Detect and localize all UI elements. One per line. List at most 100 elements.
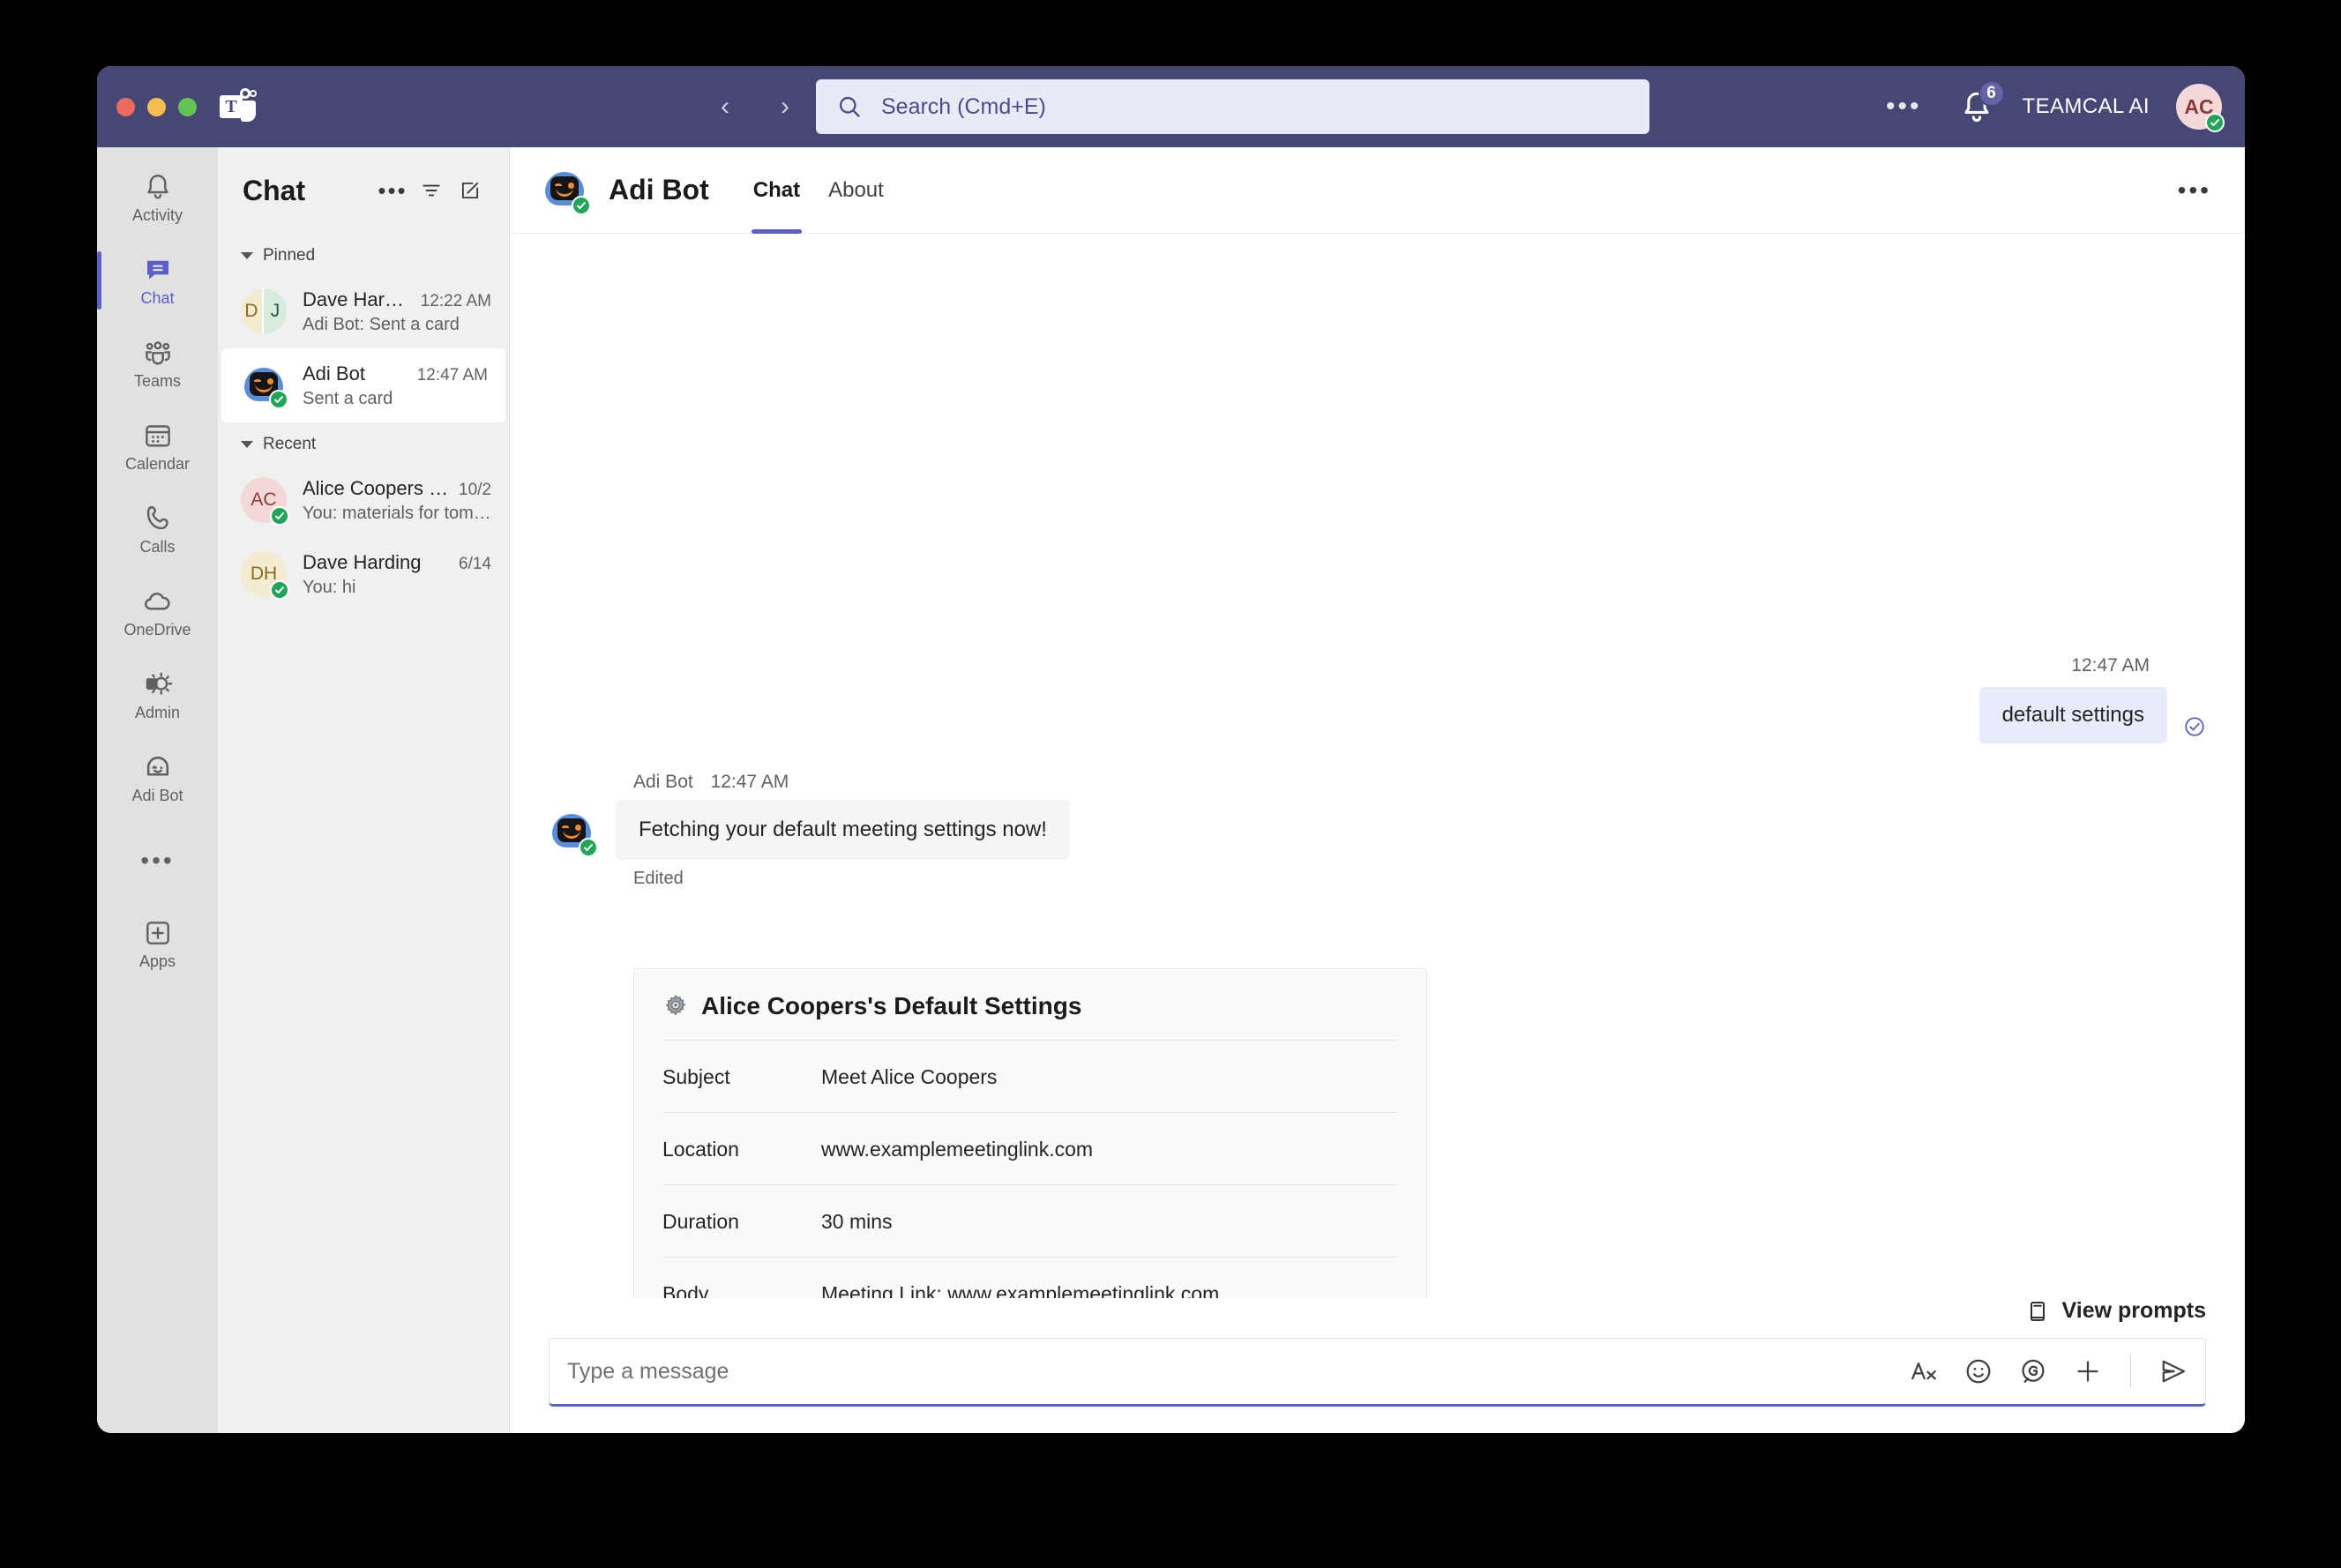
tenant-name: TEAMCAL AI: [2023, 94, 2150, 119]
sidebar-item-admin[interactable]: A Admin: [97, 659, 218, 731]
search-icon: [837, 94, 862, 119]
message-timestamp: 12:47 AM: [711, 772, 789, 792]
minimize-window-button[interactable]: [147, 98, 166, 116]
navigation-arrows: ‹ ›: [706, 87, 804, 126]
sidebar-item-teams[interactable]: Teams: [97, 327, 218, 399]
sidebar-item-onedrive[interactable]: OneDrive: [97, 576, 218, 648]
group-header-pinned[interactable]: Pinned: [218, 234, 509, 274]
calendar-icon: [142, 420, 174, 452]
notifications-button[interactable]: 6: [1957, 87, 1996, 126]
group-label: Recent: [263, 435, 316, 454]
notification-badge: 6: [1978, 80, 2005, 107]
list-item[interactable]: DH Dave Harding 6/14 You: hi: [218, 537, 509, 611]
avatar[interactable]: AC: [2176, 84, 2222, 130]
composer-actions: [1908, 1355, 2189, 1388]
card-row-key: Subject: [662, 1065, 821, 1089]
search-bar[interactable]: [816, 79, 1649, 134]
composer-divider: [2130, 1355, 2131, 1388]
list-item-meta: Adi Bot 12:47 AM Sent a card: [303, 362, 488, 409]
bot-icon: [142, 751, 174, 783]
search-input[interactable]: [881, 94, 1649, 120]
presence-available-icon: [269, 390, 288, 409]
close-window-button[interactable]: [116, 98, 135, 116]
group-label: Pinned: [263, 246, 315, 265]
chat-timestamp: 12:22 AM: [421, 292, 491, 311]
chat-timestamp: 6/14: [459, 555, 491, 574]
sidebar-item-label: Teams: [134, 372, 181, 391]
teams-window: T ‹ › ••• 6 TEAMCAL AI AC: [97, 66, 2245, 1433]
list-item[interactable]: AC Alice Coopers (You) 10/2 You: materia…: [218, 463, 509, 537]
maximize-window-button[interactable]: [178, 98, 197, 116]
avatar: DH: [241, 551, 287, 597]
card-row-value: 30 mins: [821, 1210, 1398, 1234]
compose-icon[interactable]: [451, 171, 490, 210]
chat-name: Adi Bot: [303, 362, 408, 385]
chevron-down-icon: [241, 441, 253, 448]
sidebar-item-calls[interactable]: Calls: [97, 493, 218, 565]
chat-name: Alice Coopers (You): [303, 477, 450, 500]
message-composer[interactable]: [549, 1338, 2206, 1407]
giphy-icon[interactable]: [2017, 1355, 2049, 1387]
plus-icon[interactable]: [2072, 1355, 2104, 1387]
conversation-panel: Adi Bot Chat About ••• 12:47 AM default …: [510, 147, 2245, 1433]
card-row-key: Body: [662, 1282, 821, 1298]
message-bubble[interactable]: default settings: [1979, 687, 2167, 743]
conversation-title: Adi Bot: [609, 174, 709, 206]
presence-available-icon: [579, 838, 598, 857]
card-row-value: Meeting Link: www.examplemeetinglink.com: [821, 1282, 1398, 1298]
sidebar-more-button[interactable]: •••: [97, 825, 218, 897]
message-input[interactable]: [567, 1359, 1908, 1385]
phone-icon: [142, 503, 174, 534]
list-item[interactable]: D J Dave Harding and ... 12:22 AM Adi Bo…: [218, 274, 509, 348]
send-icon[interactable]: [2158, 1355, 2189, 1387]
sidebar-item-chat[interactable]: Chat: [97, 244, 218, 317]
titlebar-right-actions: ••• 6 TEAMCAL AI AC: [1877, 84, 2222, 130]
chat-timestamp: 12:47 AM: [417, 366, 488, 385]
avatar: D J: [241, 288, 287, 334]
conversation-more-icon[interactable]: •••: [2171, 171, 2218, 210]
edited-label: Edited: [633, 869, 1431, 889]
presence-available-icon: [572, 196, 591, 215]
sidebar-item-label: Apps: [139, 952, 176, 971]
filter-icon[interactable]: [412, 171, 451, 210]
sidebar-item-adi-bot[interactable]: Adi Bot: [97, 742, 218, 814]
card-title-text: Alice Coopers's Default Settings: [701, 992, 1081, 1020]
avatar: [542, 167, 589, 214]
chat-preview: Adi Bot: Sent a card: [303, 315, 491, 335]
sidebar-item-label: Calendar: [125, 455, 190, 474]
teams-icon: [142, 337, 174, 369]
sidebar-item-label: Activity: [132, 206, 183, 225]
emoji-icon[interactable]: [1963, 1355, 1994, 1387]
incoming-message: Adi Bot 12:47 AM Fetching your default m…: [549, 772, 1431, 889]
message-bubble[interactable]: Fetching your default meeting settings n…: [616, 800, 1070, 860]
card-row: Body Meeting Link: www.examplemeetinglin…: [662, 1257, 1398, 1298]
message-timestamp: 12:47 AM: [2071, 655, 2150, 676]
sidebar-item-activity[interactable]: Activity: [97, 161, 218, 234]
sidebar-item-label: Admin: [135, 704, 180, 722]
admin-gear-icon: A: [142, 668, 174, 700]
sidebar-item-apps[interactable]: Apps: [97, 907, 218, 980]
gear-icon: [662, 993, 689, 1019]
list-item[interactable]: Adi Bot 12:47 AM Sent a card: [221, 348, 505, 422]
plus-square-icon: [142, 917, 174, 949]
back-arrow-icon[interactable]: ‹: [706, 87, 744, 126]
chat-list-more-icon[interactable]: •••: [373, 171, 412, 210]
sidebar-item-calendar[interactable]: Calendar: [97, 410, 218, 482]
seen-check-icon: [2183, 715, 2206, 738]
forward-arrow-icon[interactable]: ›: [766, 87, 804, 126]
list-item-meta: Dave Harding and ... 12:22 AM Adi Bot: S…: [303, 288, 491, 335]
tab-chat[interactable]: Chat: [739, 147, 814, 234]
avatar: [241, 362, 287, 408]
card-row: Subject Meet Alice Coopers: [662, 1040, 1398, 1112]
view-prompts-button[interactable]: View prompts: [549, 1298, 2206, 1324]
default-settings-card[interactable]: Alice Coopers's Default Settings Subject…: [633, 968, 1427, 1298]
card-title: Alice Coopers's Default Settings: [662, 992, 1398, 1040]
format-icon[interactable]: [1908, 1355, 1940, 1387]
group-header-recent[interactable]: Recent: [218, 422, 509, 463]
sidebar-item-label: Adi Bot: [131, 787, 183, 805]
presence-available-icon: [2205, 113, 2225, 132]
tab-about[interactable]: About: [814, 147, 898, 234]
titlebar-more-icon[interactable]: •••: [1877, 88, 1931, 125]
microsoft-teams-logo-icon: T: [220, 88, 257, 125]
message-header: Adi Bot 12:47 AM: [633, 772, 1431, 793]
